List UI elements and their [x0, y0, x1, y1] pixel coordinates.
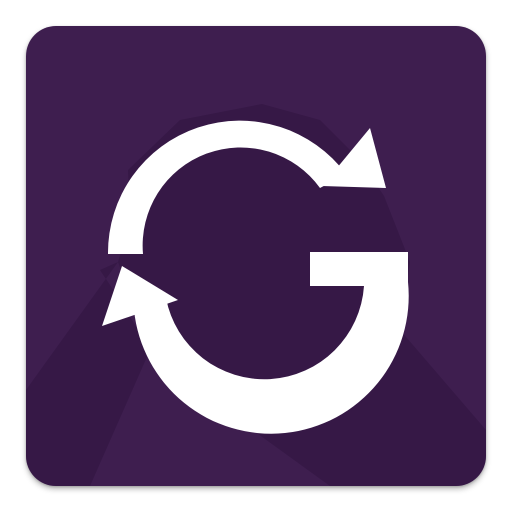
app-icon-graphic	[26, 26, 486, 486]
screen	[0, 0, 512, 512]
app-icon[interactable]	[26, 26, 486, 486]
